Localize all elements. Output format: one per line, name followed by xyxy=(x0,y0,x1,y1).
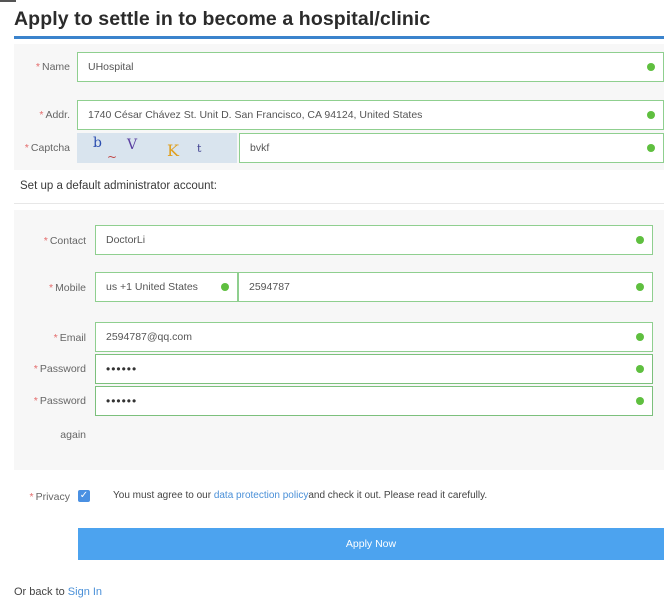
valid-check-icon xyxy=(647,144,655,152)
contact-input[interactable]: DoctorLi xyxy=(95,225,653,255)
country-code-select[interactable]: us +1 United States xyxy=(95,272,238,302)
password-again-label-line2: again xyxy=(60,429,86,441)
valid-check-icon xyxy=(647,63,655,71)
email-label: * Email xyxy=(53,332,86,344)
privacy-checkbox[interactable]: ✓ xyxy=(78,490,90,502)
contact-label: * Contact xyxy=(43,235,86,247)
title-underline xyxy=(14,36,664,39)
email-input[interactable]: 2594787@qq.com xyxy=(95,322,653,352)
valid-check-icon xyxy=(647,111,655,119)
valid-check-icon xyxy=(636,236,644,244)
valid-check-icon xyxy=(636,283,644,291)
section-divider xyxy=(14,203,664,204)
password-again-label: * Password xyxy=(33,395,86,407)
valid-check-icon xyxy=(636,333,644,341)
page-title: Apply to settle in to become a hospital/… xyxy=(14,8,431,30)
privacy-text: You must agree to our data protection po… xyxy=(113,490,488,501)
captcha-label: * Captcha xyxy=(24,142,70,154)
privacy-policy-link[interactable]: data protection policy xyxy=(214,490,309,501)
admin-section-title: Set up a default administrator account: xyxy=(20,180,217,192)
captcha-input[interactable]: bvkf xyxy=(239,133,664,163)
valid-check-icon xyxy=(636,397,644,405)
mobile-input[interactable]: 2594787 xyxy=(238,272,653,302)
sign-in-link[interactable]: Sign In xyxy=(68,586,102,598)
mobile-label: * Mobile xyxy=(48,282,86,294)
valid-check-icon xyxy=(221,283,229,291)
top-edge-line xyxy=(0,0,16,2)
apply-now-button[interactable]: Apply Now xyxy=(78,528,664,560)
name-label: * Name xyxy=(35,61,70,73)
addr-label: * Addr. xyxy=(39,109,70,121)
password-label: * Password xyxy=(33,363,86,375)
captcha-image[interactable]: b V K t ~ xyxy=(77,133,237,163)
name-input[interactable]: UHospital xyxy=(77,52,664,82)
privacy-label: * Privacy xyxy=(29,491,70,503)
password-again-input[interactable]: •••••• xyxy=(95,386,653,416)
back-to-signin: Or back to Sign In xyxy=(14,586,103,598)
valid-check-icon xyxy=(636,365,644,373)
password-input[interactable]: •••••• xyxy=(95,354,653,384)
addr-input[interactable]: 1740 César Chávez St. Unit D. San Franci… xyxy=(77,100,664,130)
